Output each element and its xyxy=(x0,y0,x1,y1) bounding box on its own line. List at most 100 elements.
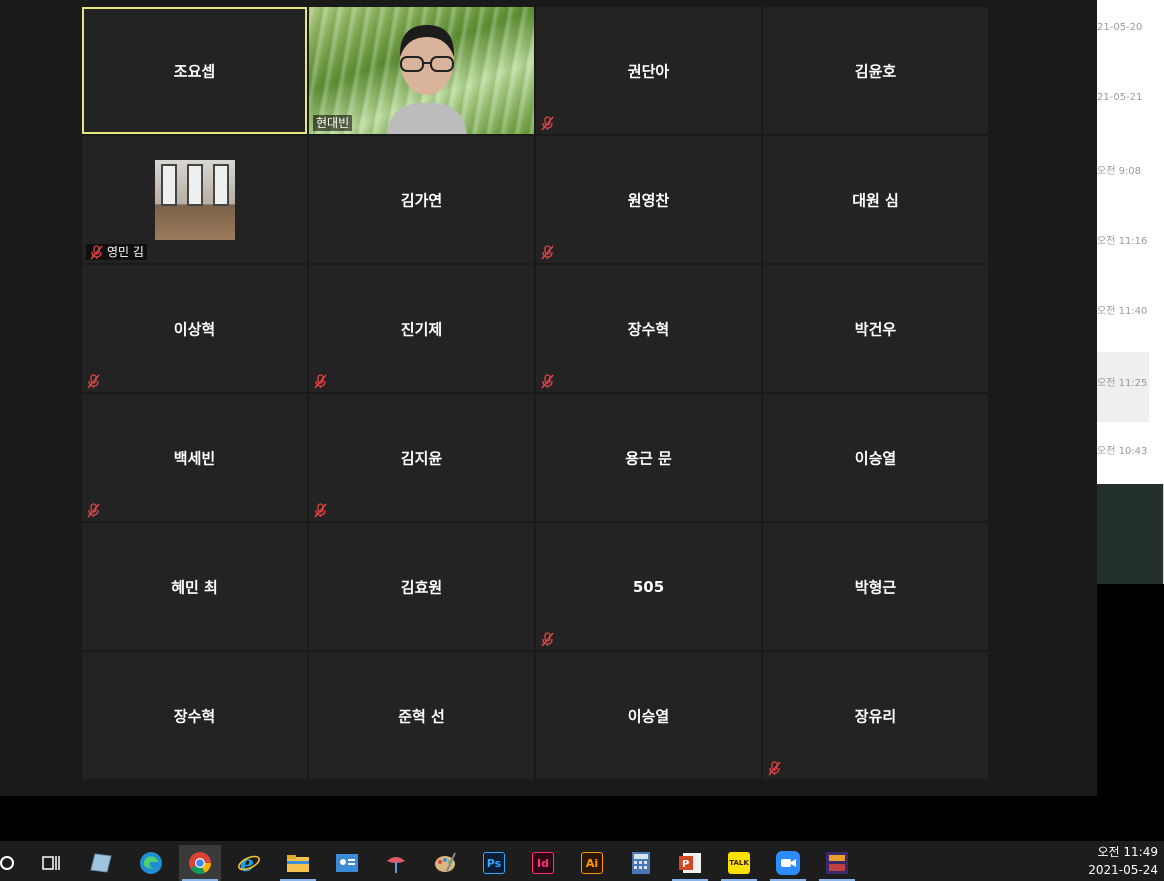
participant-name: 혜민 최 xyxy=(171,578,218,596)
participant-tile[interactable]: 용근 문 xyxy=(536,394,761,521)
participant-name: 장수혁 xyxy=(173,707,216,725)
participant-name: 권단아 xyxy=(627,62,670,80)
item-time: 오전 11:40 xyxy=(1097,306,1148,317)
item-time: 오전 11:16 xyxy=(1097,236,1148,247)
kakaotalk-icon[interactable]: TALK xyxy=(718,845,760,881)
task-view-icon[interactable] xyxy=(30,845,72,881)
mic-muted-icon xyxy=(86,503,101,518)
powerpoint-icon[interactable]: P xyxy=(669,845,711,881)
edge-icon[interactable] xyxy=(130,845,172,881)
participant-tile[interactable]: 장수혁 xyxy=(536,265,761,392)
contacts-icon[interactable] xyxy=(326,845,368,881)
participant-name: 이상혁 xyxy=(173,320,216,338)
participant-tile[interactable]: 박건우 xyxy=(763,265,988,392)
participant-tile[interactable]: 장유리 xyxy=(763,652,988,779)
item-time: 오전 11:25 xyxy=(1097,378,1148,389)
side-window-footer xyxy=(1097,484,1164,584)
illustrator-icon[interactable]: Ai xyxy=(571,845,613,881)
kakaotalk-label: TALK xyxy=(728,852,750,874)
participant-name: 박건우 xyxy=(854,320,897,338)
participant-name: 박형근 xyxy=(854,578,897,596)
indesign-icon[interactable]: Id xyxy=(522,845,564,881)
participant-name: 김윤호 xyxy=(854,62,897,80)
list-item[interactable]: 오전 11:25 xyxy=(1097,352,1149,422)
calculator-icon[interactable] xyxy=(620,845,662,881)
participant-name-label: 현대빈 xyxy=(313,115,353,131)
participant-tile[interactable]: 김가연 xyxy=(309,136,534,263)
participant-name: 장유리 xyxy=(854,707,897,725)
participant-tile[interactable]: 김지윤 xyxy=(309,394,534,521)
participant-tile[interactable]: 현대빈 xyxy=(309,7,534,134)
mic-muted-icon xyxy=(313,503,328,518)
participant-name: 장수혁 xyxy=(627,320,670,338)
participant-video xyxy=(155,160,235,240)
file-explorer-icon[interactable] xyxy=(277,845,319,881)
participant-name: 이승열 xyxy=(627,707,670,725)
participant-tile[interactable]: 이상혁 xyxy=(82,265,307,392)
paint-icon[interactable] xyxy=(375,845,417,881)
participant-name: 용근 문 xyxy=(625,449,672,467)
list-item[interactable]: 오전 9:08 xyxy=(1097,140,1149,210)
participant-tile[interactable]: 이승열 xyxy=(536,652,761,779)
participant-name: 김효원 xyxy=(400,578,443,596)
participant-name: 원영찬 xyxy=(627,191,670,209)
participant-name-label: 영민 김 xyxy=(86,244,147,260)
person-silhouette xyxy=(387,25,467,134)
participant-tile[interactable]: 영민 김 xyxy=(82,136,307,263)
taskbar: e Ps Id Ai P TALK xyxy=(0,841,1164,881)
internet-explorer-icon[interactable]: e xyxy=(228,845,270,881)
item-time: 21-05-20 xyxy=(1097,22,1143,33)
participant-tile[interactable]: 박형근 xyxy=(763,523,988,650)
list-item[interactable]: 21-05-21 xyxy=(1097,70,1149,140)
participant-tile[interactable]: 김효원 xyxy=(309,523,534,650)
item-time: 오전 10:43 xyxy=(1097,446,1148,457)
list-item[interactable]: 오전 10:43 xyxy=(1097,420,1149,490)
indesign-label: Id xyxy=(532,852,554,874)
mic-muted-icon xyxy=(540,116,555,131)
start-circle-icon[interactable] xyxy=(0,845,28,881)
participant-tile[interactable]: 조요셉 xyxy=(82,7,307,134)
zoom-icon[interactable] xyxy=(767,845,809,881)
palette-icon[interactable] xyxy=(424,845,466,881)
participant-tile[interactable]: 백세빈 xyxy=(82,394,307,521)
list-item[interactable]: 21-05-20 xyxy=(1097,0,1149,70)
list-item[interactable]: 오전 11:40 xyxy=(1097,280,1149,350)
illustrator-label: Ai xyxy=(581,852,603,874)
participant-tile[interactable]: 진기제 xyxy=(309,265,534,392)
chrome-icon[interactable] xyxy=(179,845,221,881)
photoshop-icon[interactable]: Ps xyxy=(473,845,515,881)
participant-name: 505 xyxy=(632,577,665,596)
participant-name: 진기제 xyxy=(400,320,443,338)
participant-name: 김지윤 xyxy=(400,449,443,467)
clock-date: 2021-05-24 xyxy=(1088,863,1158,877)
participant-name: 김가연 xyxy=(400,191,443,209)
app-icon[interactable] xyxy=(80,845,122,881)
mic-muted-icon xyxy=(540,245,555,260)
mic-muted-icon xyxy=(89,244,104,260)
list-item[interactable]: 오전 11:16 xyxy=(1097,210,1149,280)
participant-tile[interactable]: 장수혁 xyxy=(82,652,307,779)
participant-name: 백세빈 xyxy=(173,449,216,467)
participant-tile[interactable]: 505 xyxy=(536,523,761,650)
gallery-grid: 조요셉 현대빈 권단아 김윤호 영민 김 김가연 원영찬 대원 심 이상혁 진기제 장수혁 박건우 백세… xyxy=(82,7,988,779)
mic-muted-icon xyxy=(540,374,555,389)
participant-name: 현대빈 xyxy=(316,116,350,130)
item-time: 오전 9:08 xyxy=(1097,166,1142,177)
svg-text:P: P xyxy=(682,859,689,870)
svg-text:e: e xyxy=(240,851,254,875)
participant-tile[interactable]: 대원 심 xyxy=(763,136,988,263)
participant-tile[interactable]: 원영찬 xyxy=(536,136,761,263)
participant-tile[interactable]: 이승열 xyxy=(763,394,988,521)
side-chat-list: 21-05-20 21-05-21 오전 9:08 오전 11:16 오전 11… xyxy=(1097,0,1164,484)
system-clock[interactable]: 오전 11:49 2021-05-24 xyxy=(1078,843,1158,879)
participant-tile[interactable]: 권단아 xyxy=(536,7,761,134)
participant-tile[interactable]: 준혁 선 xyxy=(309,652,534,779)
zoom-meeting-window: 조요셉 현대빈 권단아 김윤호 영민 김 김가연 원영찬 대원 심 이상혁 진기제 장수혁 박건우 백세… xyxy=(0,0,1097,796)
participant-name: 영민 김 xyxy=(107,245,144,259)
participant-name: 조요셉 xyxy=(173,62,216,80)
game-icon[interactable] xyxy=(816,845,858,881)
mic-muted-icon xyxy=(86,374,101,389)
participant-tile[interactable]: 혜민 최 xyxy=(82,523,307,650)
photoshop-label: Ps xyxy=(483,852,505,874)
participant-tile[interactable]: 김윤호 xyxy=(763,7,988,134)
